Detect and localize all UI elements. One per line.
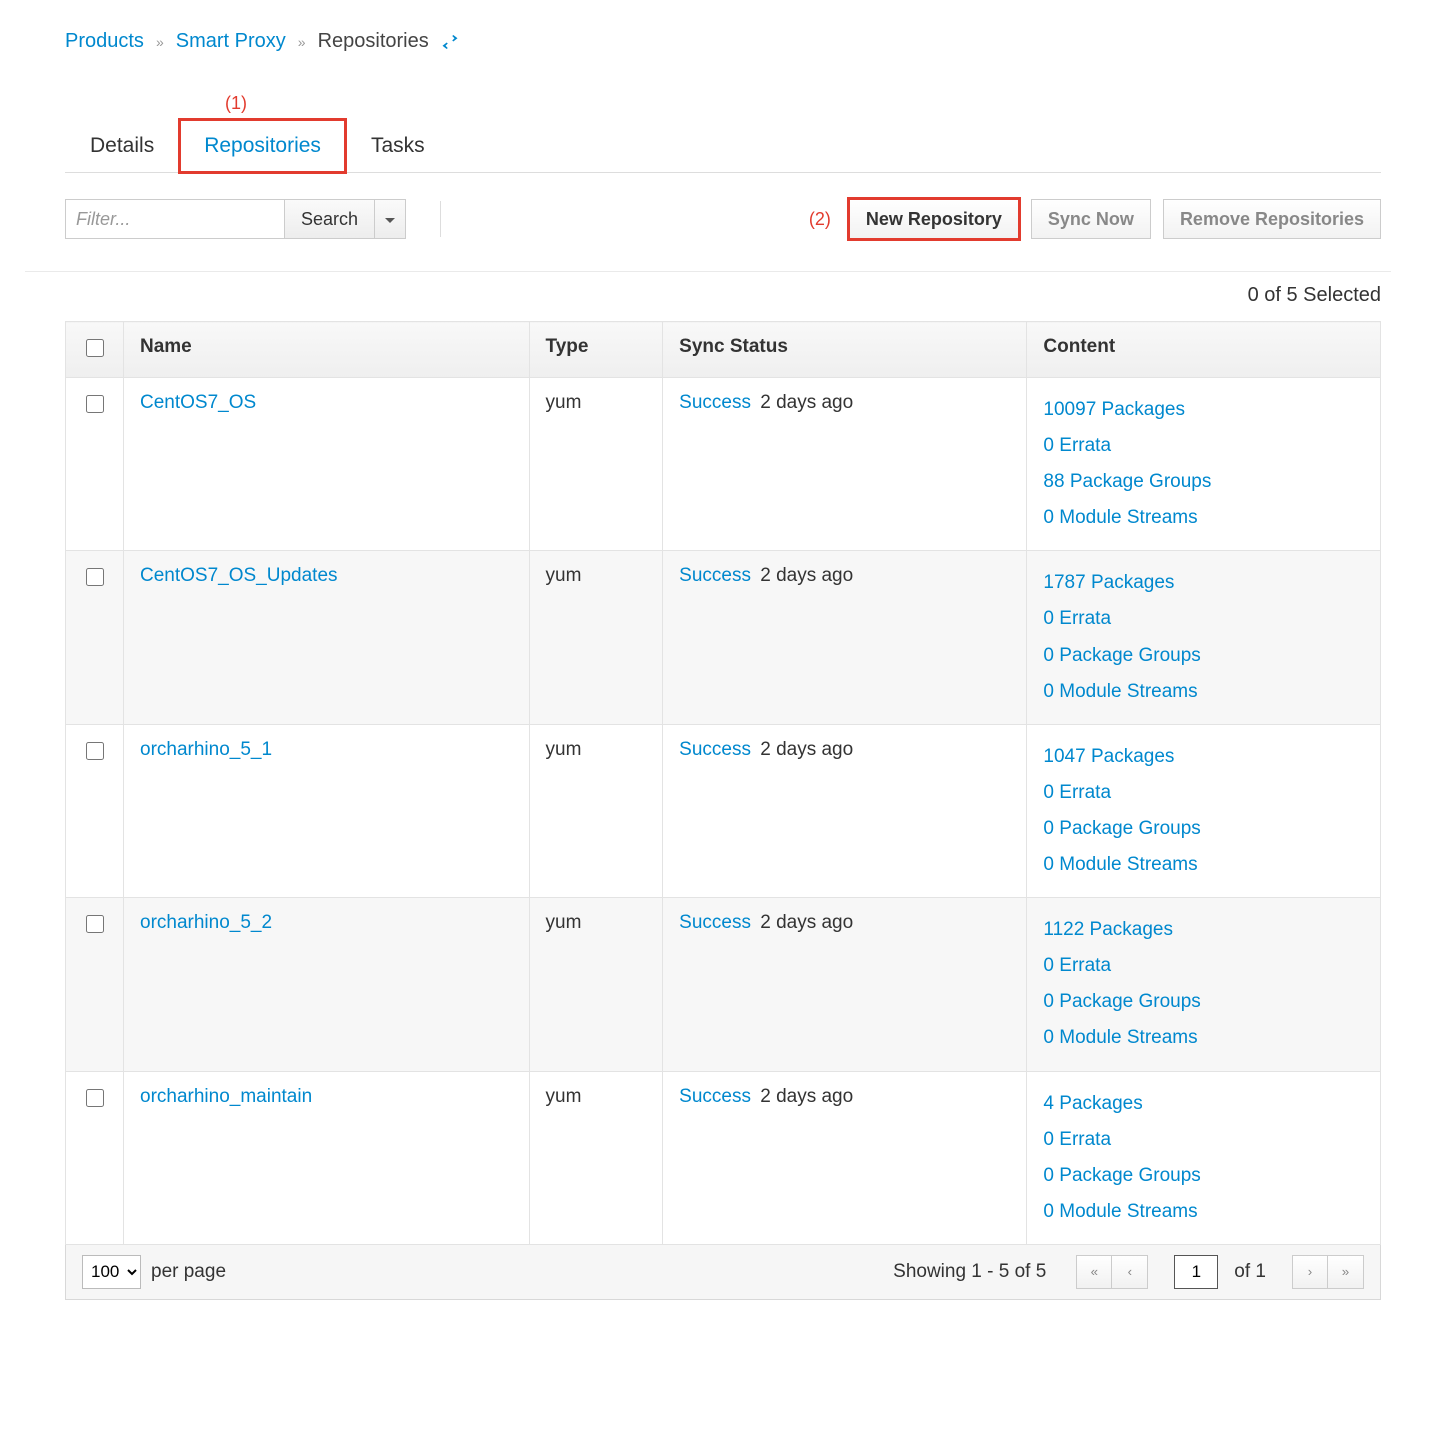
header-name: Name <box>124 322 530 378</box>
tabs: Details Repositories Tasks <box>65 118 1381 173</box>
sync-age: 2 days ago <box>760 739 853 760</box>
repositories-table: Name Type Sync Status Content CentOS7_OS… <box>65 321 1381 1245</box>
content-link[interactable]: 88 Package Groups <box>1043 464 1364 500</box>
sync-age: 2 days ago <box>760 1086 853 1107</box>
breadcrumb-product[interactable]: Smart Proxy <box>176 30 286 53</box>
content-link[interactable]: 0 Module Streams <box>1043 847 1364 883</box>
next-page-button[interactable]: › <box>1292 1255 1328 1289</box>
page-number-input[interactable] <box>1174 1255 1218 1289</box>
header-sync: Sync Status <box>663 322 1027 378</box>
tab-repositories[interactable]: Repositories <box>179 119 346 173</box>
last-page-button[interactable]: » <box>1328 1255 1364 1289</box>
table-row: CentOS7_OS_Updates yum Success 2 days ago 1… <box>66 551 1381 724</box>
row-checkbox[interactable] <box>86 1089 104 1107</box>
selection-count: 0 of 5 Selected <box>35 284 1381 307</box>
breadcrumb-separator: » <box>298 34 306 50</box>
repo-name-link[interactable]: orcharhino_5_2 <box>140 912 272 933</box>
row-checkbox[interactable] <box>86 568 104 586</box>
sync-status-link[interactable]: Success <box>679 392 751 413</box>
content-link[interactable]: 0 Errata <box>1043 775 1364 811</box>
remove-repositories-button[interactable]: Remove Repositories <box>1163 199 1381 239</box>
content-link[interactable]: 0 Module Streams <box>1043 1020 1364 1056</box>
sync-status-link[interactable]: Success <box>679 912 751 933</box>
table-row: orcharhino_maintain yum Success 2 days ago… <box>66 1071 1381 1244</box>
search-dropdown-toggle[interactable] <box>375 199 406 239</box>
table-row: orcharhino_5_1 yum Success 2 days ago 1047 … <box>66 724 1381 897</box>
repo-name-link[interactable]: CentOS7_OS_Updates <box>140 565 338 586</box>
content-link[interactable]: 0 Package Groups <box>1043 811 1364 847</box>
breadcrumb: Products » Smart Proxy » Repositories <box>65 30 1381 53</box>
breadcrumb-current: Repositories <box>318 30 429 53</box>
first-page-button[interactable]: « <box>1076 1255 1112 1289</box>
repo-type: yum <box>529 898 663 1071</box>
repo-type: yum <box>529 1071 663 1244</box>
search-button[interactable]: Search <box>285 199 375 239</box>
repo-name-link[interactable]: CentOS7_OS <box>140 392 256 413</box>
header-select-all <box>66 322 124 378</box>
divider <box>25 271 1391 272</box>
tab-details[interactable]: Details <box>65 119 179 173</box>
content-link[interactable]: 0 Errata <box>1043 428 1364 464</box>
content-link[interactable]: 0 Errata <box>1043 601 1364 637</box>
swap-icon[interactable] <box>441 30 459 53</box>
sync-age: 2 days ago <box>760 912 853 933</box>
filter-input[interactable] <box>65 199 285 239</box>
repo-name-link[interactable]: orcharhino_5_1 <box>140 739 272 760</box>
table-row: orcharhino_5_2 yum Success 2 days ago 1122 … <box>66 898 1381 1071</box>
per-page-label: per page <box>151 1261 226 1283</box>
content-link[interactable]: 4 Packages <box>1043 1086 1364 1122</box>
sync-age: 2 days ago <box>760 565 853 586</box>
repo-type: yum <box>529 724 663 897</box>
filter-group: Search <box>65 199 406 239</box>
content-link[interactable]: 1787 Packages <box>1043 565 1364 601</box>
prev-page-button[interactable]: ‹ <box>1112 1255 1148 1289</box>
showing-text: Showing 1 - 5 of 5 <box>893 1261 1046 1283</box>
content-link[interactable]: 0 Errata <box>1043 1122 1364 1158</box>
new-repository-button[interactable]: New Repository <box>849 199 1019 239</box>
breadcrumb-separator: » <box>156 34 164 50</box>
content-link[interactable]: 0 Errata <box>1043 948 1364 984</box>
content-link[interactable]: 1122 Packages <box>1043 912 1364 948</box>
content-link[interactable]: 0 Module Streams <box>1043 500 1364 536</box>
header-type: Type <box>529 322 663 378</box>
row-checkbox[interactable] <box>86 915 104 933</box>
repo-type: yum <box>529 551 663 724</box>
sync-status-link[interactable]: Success <box>679 565 751 586</box>
sync-now-button[interactable]: Sync Now <box>1031 199 1151 239</box>
content-link[interactable]: 0 Package Groups <box>1043 638 1364 674</box>
per-page-select[interactable]: 100 <box>82 1255 141 1289</box>
tab-tasks[interactable]: Tasks <box>346 119 450 173</box>
content-link[interactable]: 0 Module Streams <box>1043 674 1364 710</box>
table-row: CentOS7_OS yum Success 2 days ago 10097 Pac… <box>66 378 1381 551</box>
repo-name-link[interactable]: orcharhino_maintain <box>140 1086 312 1107</box>
toolbar: Search (2) New Repository Sync Now Remov… <box>65 199 1381 239</box>
pagination: 100 per page Showing 1 - 5 of 5 « ‹ of 1… <box>65 1245 1381 1300</box>
header-content: Content <box>1027 322 1381 378</box>
of-pages-label: of 1 <box>1234 1261 1266 1283</box>
repo-type: yum <box>529 378 663 551</box>
toolbar-divider <box>440 201 441 237</box>
callout-1: (1) <box>225 93 1381 114</box>
row-checkbox[interactable] <box>86 395 104 413</box>
content-link[interactable]: 10097 Packages <box>1043 392 1364 428</box>
row-checkbox[interactable] <box>86 742 104 760</box>
content-link[interactable]: 1047 Packages <box>1043 739 1364 775</box>
sync-age: 2 days ago <box>760 392 853 413</box>
sync-status-link[interactable]: Success <box>679 1086 751 1107</box>
content-link[interactable]: 0 Package Groups <box>1043 984 1364 1020</box>
content-link[interactable]: 0 Package Groups <box>1043 1158 1364 1194</box>
sync-status-link[interactable]: Success <box>679 739 751 760</box>
select-all-checkbox[interactable] <box>86 339 104 357</box>
breadcrumb-products[interactable]: Products <box>65 30 144 53</box>
callout-2: (2) <box>809 209 831 230</box>
content-link[interactable]: 0 Module Streams <box>1043 1194 1364 1230</box>
